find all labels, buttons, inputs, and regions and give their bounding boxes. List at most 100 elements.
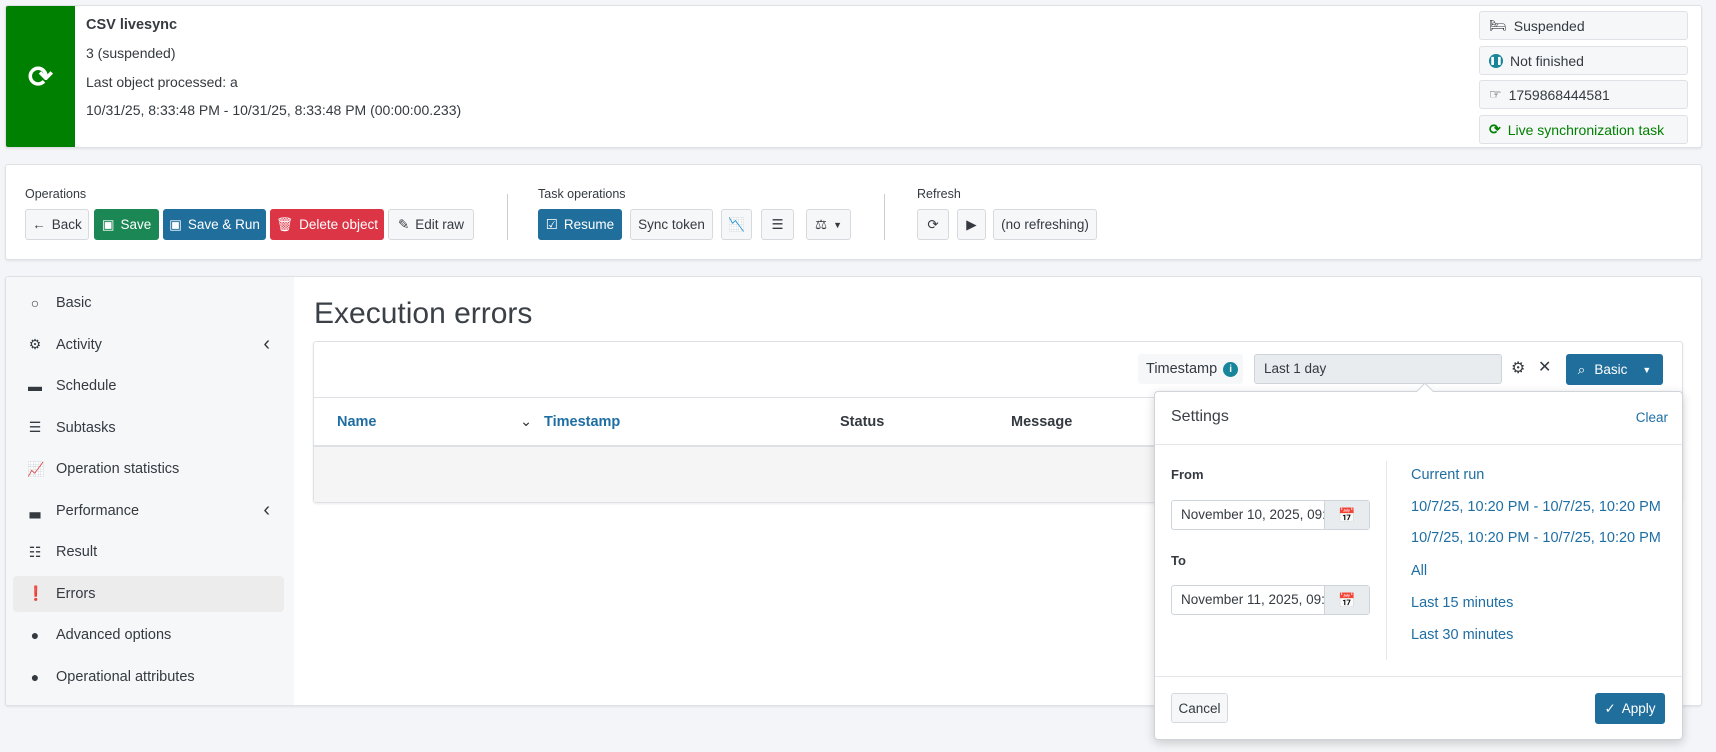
save-and-run-button[interactable]: ▣ Save & Run bbox=[163, 209, 266, 240]
sidebar-item-label: Activity bbox=[56, 336, 102, 353]
clear-performance-button[interactable]: 📉 bbox=[721, 209, 752, 240]
save-button[interactable]: ▣ Save bbox=[94, 209, 159, 240]
from-label: From bbox=[1171, 467, 1204, 482]
check-icon: ✓ bbox=[1604, 700, 1616, 716]
badge-task-type: ⟳ Live synchronization task bbox=[1479, 115, 1688, 144]
refresh-label: Refresh bbox=[917, 187, 961, 201]
search-icon: ⌕ bbox=[1577, 361, 1586, 377]
sidebar-item-operational-attributes[interactable]: ● Operational attributes bbox=[13, 659, 284, 695]
divider bbox=[507, 194, 508, 240]
line-chart-icon: 📈 bbox=[27, 460, 45, 477]
sidebar-item-label: Basic bbox=[56, 295, 92, 311]
sidebar-item-advanced-options[interactable]: ● Advanced options bbox=[13, 617, 284, 653]
sidebar-item-subtasks[interactable]: ☰ Subtasks bbox=[13, 410, 284, 446]
object-title: CSV livesync bbox=[86, 17, 178, 33]
apply-button[interactable]: ✓ Apply bbox=[1595, 693, 1665, 724]
column-status: Status bbox=[840, 414, 885, 430]
timestamp-filter-input[interactable]: Last 1 day bbox=[1254, 354, 1502, 384]
refresh-interval-button[interactable]: (no refreshing) bbox=[993, 209, 1097, 240]
arrow-left-icon: ← bbox=[32, 217, 46, 232]
back-button[interactable]: ← Back bbox=[25, 209, 89, 240]
object-summary-panel: ⟳ CSV livesync 3 (suspended) Last object… bbox=[5, 5, 1702, 148]
clear-results-button[interactable]: ☰ bbox=[761, 209, 794, 240]
column-name[interactable]: Name bbox=[337, 414, 377, 430]
cancel-button[interactable]: Cancel bbox=[1171, 693, 1228, 723]
time-range: 10/31/25, 8:33:48 PM - 10/31/25, 8:33:48… bbox=[86, 102, 462, 118]
sidebar-item-performance[interactable]: ▃ Performance ‹ bbox=[13, 493, 284, 529]
resume-button[interactable]: ☑ Resume bbox=[538, 209, 622, 240]
edit-icon: ✎ bbox=[397, 216, 410, 232]
sidebar-item-result[interactable]: ☷ Result bbox=[13, 534, 284, 570]
task-list-icon: ☰ bbox=[28, 419, 42, 435]
last-object: Last object processed: a bbox=[86, 74, 238, 90]
bed-icon: 🛏 bbox=[1489, 17, 1507, 33]
preset-last-15-minutes[interactable]: Last 15 minutes bbox=[1411, 595, 1513, 611]
chevron-left-icon[interactable]: ‹ bbox=[263, 333, 270, 356]
divider bbox=[884, 194, 885, 240]
from-date-input[interactable]: November 10, 2025, 09:… 📅 bbox=[1171, 500, 1370, 530]
sidebar-item-schedule[interactable]: ▬ Schedule bbox=[13, 368, 284, 404]
sidebar-item-activity[interactable]: ⚙ Activity ‹ bbox=[13, 327, 284, 363]
search-field-label: Timestamp i bbox=[1138, 354, 1243, 384]
preset-last-30-minutes[interactable]: Last 30 minutes bbox=[1411, 627, 1513, 643]
chevron-left-icon[interactable]: ‹ bbox=[263, 499, 270, 522]
sidebar-item-label: Result bbox=[56, 544, 98, 560]
task-operations-label: Task operations bbox=[538, 187, 626, 201]
preset-all[interactable]: All bbox=[1411, 563, 1427, 579]
preset-range-2[interactable]: 10/7/25, 10:20 PM - 10/7/25, 10:20 PM bbox=[1411, 530, 1661, 546]
status-line: 3 (suspended) bbox=[86, 45, 176, 61]
sync-token-button[interactable]: Sync token bbox=[630, 209, 713, 240]
delete-object-button[interactable]: 🗑 Delete object bbox=[270, 209, 384, 240]
calendar-icon: ▬ bbox=[28, 378, 42, 394]
preset-range-1[interactable]: 10/7/25, 10:20 PM - 10/7/25, 10:20 PM bbox=[1411, 499, 1661, 515]
area-chart-trash-icon: 📉 bbox=[728, 216, 745, 232]
caret-down-icon: ▼ bbox=[1642, 364, 1652, 375]
badge-token: ☞ 1759868444581 bbox=[1479, 80, 1688, 109]
save-icon: ▣ bbox=[101, 216, 115, 232]
pause-circle-icon: ❚❚ bbox=[1489, 53, 1503, 68]
play-icon: ▶ bbox=[966, 216, 977, 232]
reconcile-dropdown-button[interactable]: ⚖ ▼ bbox=[806, 209, 851, 240]
edit-raw-button[interactable]: ✎ Edit raw bbox=[388, 209, 474, 240]
check-square-icon: ☑ bbox=[545, 216, 558, 232]
to-label: To bbox=[1171, 553, 1186, 568]
info-icon[interactable]: i bbox=[1223, 361, 1239, 377]
chevron-down-icon[interactable]: ⌄ bbox=[520, 414, 532, 430]
refresh-button[interactable]: ⟳ bbox=[917, 209, 949, 240]
divider bbox=[1155, 444, 1682, 445]
column-message: Message bbox=[1011, 414, 1073, 430]
save-icon: ▣ bbox=[169, 216, 182, 232]
calendar-icon[interactable]: 📅 bbox=[1324, 501, 1369, 529]
calendar-icon[interactable]: 📅 bbox=[1324, 586, 1369, 614]
area-chart-icon: ▃ bbox=[29, 502, 41, 518]
column-timestamp[interactable]: Timestamp bbox=[544, 414, 620, 430]
preset-current-run[interactable]: Current run bbox=[1411, 467, 1484, 483]
sidebar-item-label: Schedule bbox=[56, 378, 117, 394]
sync-icon: ⟳ bbox=[1489, 121, 1501, 137]
sidebar-item-basic[interactable]: ○ Basic bbox=[13, 285, 284, 321]
exclamation-circle-icon: ❗ bbox=[27, 585, 45, 601]
circle-outline-icon: ○ bbox=[30, 295, 40, 311]
sidebar-item-operation-statistics[interactable]: 📈 Operation statistics bbox=[13, 451, 284, 487]
sidebar-item-errors[interactable]: ❗ Errors bbox=[13, 575, 284, 612]
play-button[interactable]: ▶ bbox=[957, 209, 986, 240]
hand-pointer-icon: ☞ bbox=[1489, 86, 1502, 102]
trash-icon: 🗑 bbox=[276, 216, 294, 232]
badge-not-finished: ❚❚ Not finished bbox=[1479, 46, 1688, 75]
task-type-banner: ⟳ bbox=[6, 6, 75, 147]
sidebar-item-label: Operation statistics bbox=[56, 461, 180, 477]
sidebar-item-label: Performance bbox=[56, 502, 140, 519]
page-title: Execution errors bbox=[314, 297, 533, 330]
list-trash-icon: ☰ bbox=[771, 216, 784, 232]
sidebar-item-label: Operational attributes bbox=[56, 668, 195, 685]
sidebar-item-label: Advanced options bbox=[56, 627, 172, 643]
close-icon[interactable]: ✕ bbox=[1538, 357, 1551, 377]
circle-icon: ● bbox=[30, 627, 40, 643]
clear-link[interactable]: Clear bbox=[1636, 410, 1668, 425]
sidebar-item-label: Subtasks bbox=[56, 419, 116, 436]
divider bbox=[1386, 461, 1387, 660]
to-date-input[interactable]: November 11, 2025, 09:… 📅 bbox=[1171, 585, 1370, 615]
gear-icon[interactable]: ⚙ bbox=[1511, 358, 1525, 378]
search-mode-button[interactable]: ⌕ Basic ▼ bbox=[1566, 354, 1663, 385]
badge-suspended: 🛏 Suspended bbox=[1479, 11, 1688, 40]
